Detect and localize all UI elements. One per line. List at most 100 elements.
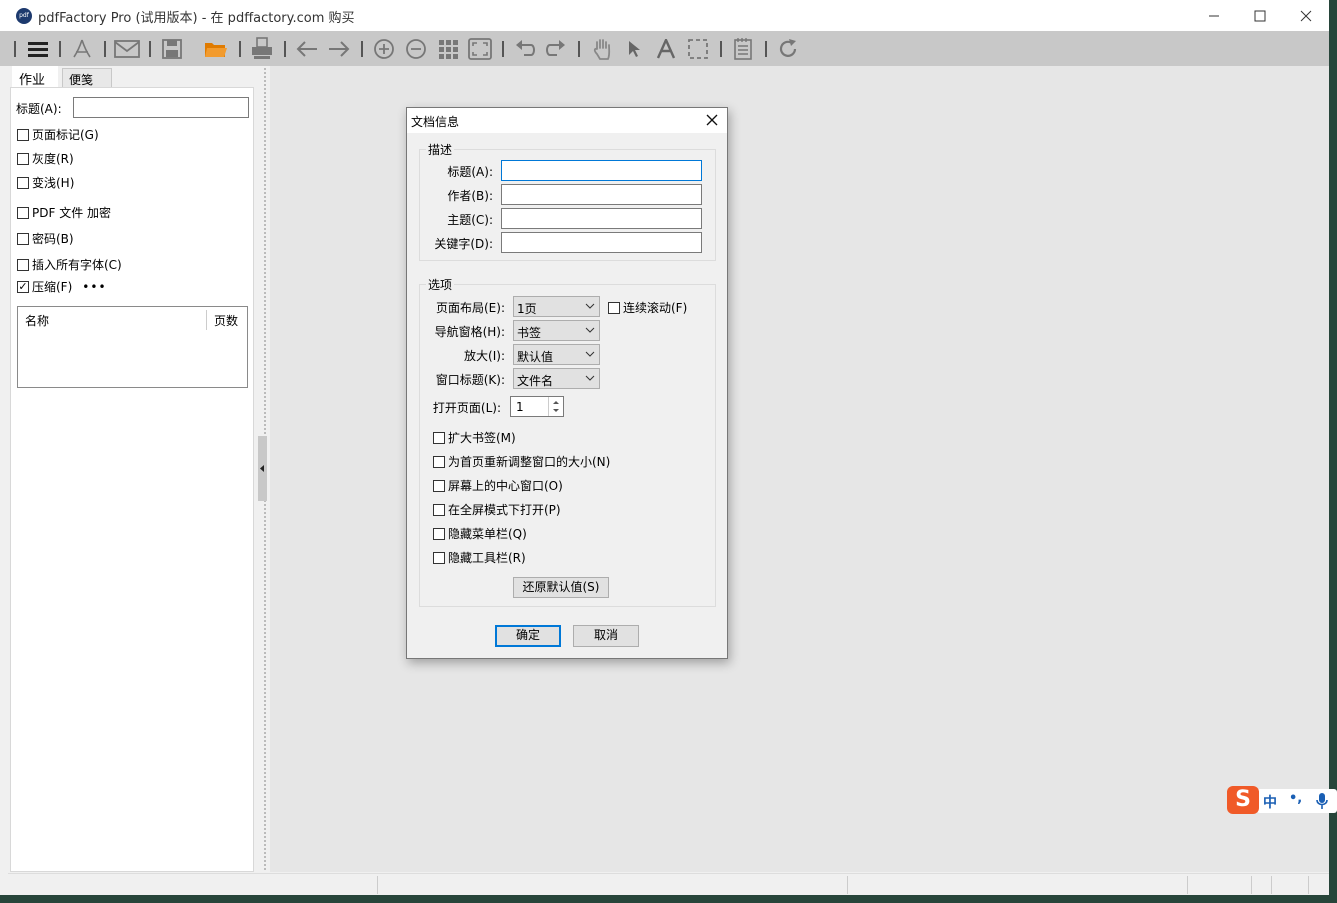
email-icon — [114, 40, 140, 58]
close-icon — [1300, 10, 1312, 21]
cancel-button[interactable]: 取消 — [573, 625, 639, 647]
checkbox-label: PDF 文件 加密 — [32, 206, 112, 220]
open-folder-icon — [205, 43, 227, 57]
column-divider[interactable] — [206, 310, 207, 330]
zoom-out-icon — [406, 39, 426, 59]
tab-notes[interactable]: 便笺 — [62, 68, 112, 88]
stepper-buttons[interactable] — [548, 397, 563, 416]
toolbar-separator — [14, 41, 16, 57]
lighten-checkbox[interactable]: 变浅(H) — [17, 174, 74, 191]
nav-pane-select[interactable]: 书签 — [513, 320, 600, 341]
resize-window-checkbox[interactable]: 为首页重新调整窗口的大小(N) — [433, 453, 610, 470]
checkbox-label: 插入所有字体(C) — [32, 258, 122, 272]
continuous-scroll-checkbox[interactable]: 连续滚动(F) — [608, 299, 687, 316]
doc-title-label: 标题(A): — [447, 165, 493, 179]
toolbar-separator — [59, 41, 61, 57]
nav-pane-value: 书签 — [517, 326, 542, 340]
fit-page-button[interactable] — [467, 36, 493, 62]
title-input[interactable] — [73, 97, 249, 118]
ok-button[interactable]: 确定 — [495, 625, 561, 647]
ime-punct-toggle[interactable]: •, — [1289, 791, 1302, 806]
toolbar-separator — [149, 41, 151, 57]
minimize-icon — [1209, 15, 1219, 16]
forward-button[interactable] — [326, 36, 352, 62]
status-separator — [1271, 876, 1272, 894]
tab-job[interactable]: 作业 — [12, 66, 58, 88]
hide-menubar-checkbox[interactable]: 隐藏菜单栏(Q) — [433, 525, 527, 542]
checkbox-box — [433, 431, 445, 444]
back-button[interactable] — [294, 36, 320, 62]
subject-input[interactable] — [501, 208, 702, 229]
column-header-pages[interactable]: 页数 — [214, 312, 238, 329]
print-button[interactable] — [249, 36, 275, 62]
checkbox-box — [17, 152, 29, 165]
redo-button[interactable] — [543, 36, 569, 62]
zoom-label: 放大(I): — [464, 349, 505, 363]
menu-button[interactable] — [25, 36, 51, 62]
undo-button[interactable] — [512, 36, 538, 62]
page-marks-checkbox[interactable]: 页面标记(G) — [17, 126, 99, 143]
hand-tool-button[interactable] — [589, 36, 615, 62]
select-tool-button[interactable] — [621, 36, 647, 62]
dialog-close-button[interactable] — [703, 111, 721, 129]
nav-pane-label: 导航窗格(H): — [434, 325, 505, 339]
compress-checkbox[interactable]: ✓ 压缩(F) ••• — [17, 278, 107, 295]
microphone-icon[interactable] — [1315, 792, 1329, 810]
fit-page-icon — [468, 38, 492, 60]
expand-bookmarks-checkbox[interactable]: 扩大书签(M) — [433, 429, 516, 446]
page-layout-value: 1页 — [517, 302, 537, 316]
window-title-value: 文件名 — [517, 374, 554, 388]
open-folder-button[interactable] — [203, 36, 229, 62]
checkbox-label: 压缩(F) — [32, 280, 73, 294]
ime-mode-toggle[interactable]: 中 — [1263, 792, 1277, 812]
checkbox-label: 连续滚动(F) — [623, 301, 688, 315]
refresh-button[interactable] — [775, 36, 801, 62]
window-title-select[interactable]: 文件名 — [513, 368, 600, 389]
pointer-icon — [629, 41, 640, 57]
restore-defaults-button[interactable]: 还原默认值(S) — [513, 577, 609, 598]
doc-title-input[interactable] — [501, 160, 702, 181]
checkbox-box — [17, 176, 29, 189]
page-layout-select[interactable]: 1页 — [513, 296, 600, 317]
checkbox-box — [433, 503, 445, 516]
compress-options-button[interactable]: ••• — [82, 280, 106, 294]
status-separator — [1251, 876, 1252, 894]
close-icon — [706, 114, 718, 126]
acrobat-button[interactable] — [69, 36, 95, 62]
center-window-checkbox[interactable]: 屏幕上的中心窗口(O) — [433, 477, 563, 494]
job-list[interactable]: 名称 页数 — [17, 306, 248, 388]
checkbox-label: 扩大书签(M) — [448, 431, 516, 445]
text-tool-button[interactable] — [653, 36, 679, 62]
author-input[interactable] — [501, 184, 702, 205]
save-button[interactable] — [159, 36, 185, 62]
ime-toolbar[interactable]: 中 •, S — [1227, 786, 1337, 814]
zoom-in-button[interactable] — [371, 36, 397, 62]
zoom-select[interactable]: 默认值 — [513, 344, 600, 365]
checkbox-label: 密码(B) — [32, 232, 74, 246]
close-window-button[interactable] — [1283, 0, 1329, 31]
marquee-tool-button[interactable] — [685, 36, 711, 62]
maximize-button[interactable] — [1237, 0, 1283, 31]
full-screen-checkbox[interactable]: 在全屏模式下打开(P) — [433, 501, 561, 518]
column-header-name[interactable]: 名称 — [25, 312, 49, 329]
acrobat-icon — [73, 39, 91, 58]
password-checkbox[interactable]: 密码(B) — [17, 230, 74, 247]
panel-collapse-handle[interactable] — [258, 436, 267, 501]
open-page-stepper[interactable]: 1 — [510, 396, 564, 417]
checkbox-label: 变浅(H) — [32, 176, 75, 190]
status-separator — [847, 876, 848, 894]
encrypt-checkbox[interactable]: PDF 文件 加密 — [17, 204, 111, 221]
minimize-button[interactable] — [1191, 0, 1237, 31]
embed-fonts-checkbox[interactable]: 插入所有字体(C) — [17, 256, 122, 273]
ime-bar: 中 •, — [1257, 789, 1337, 813]
zoom-out-button[interactable] — [403, 36, 429, 62]
checkbox-label: 隐藏菜单栏(Q) — [448, 527, 527, 541]
email-button[interactable] — [114, 36, 140, 62]
thumbnails-button[interactable] — [435, 36, 461, 62]
grayscale-checkbox[interactable]: 灰度(R) — [17, 150, 74, 167]
notes-button[interactable] — [730, 36, 756, 62]
keywords-input[interactable] — [501, 232, 702, 253]
page-layout-label: 页面布局(E): — [436, 301, 505, 315]
hide-toolbar-checkbox[interactable]: 隐藏工具栏(R) — [433, 549, 526, 566]
toolbar-separator — [502, 41, 504, 57]
